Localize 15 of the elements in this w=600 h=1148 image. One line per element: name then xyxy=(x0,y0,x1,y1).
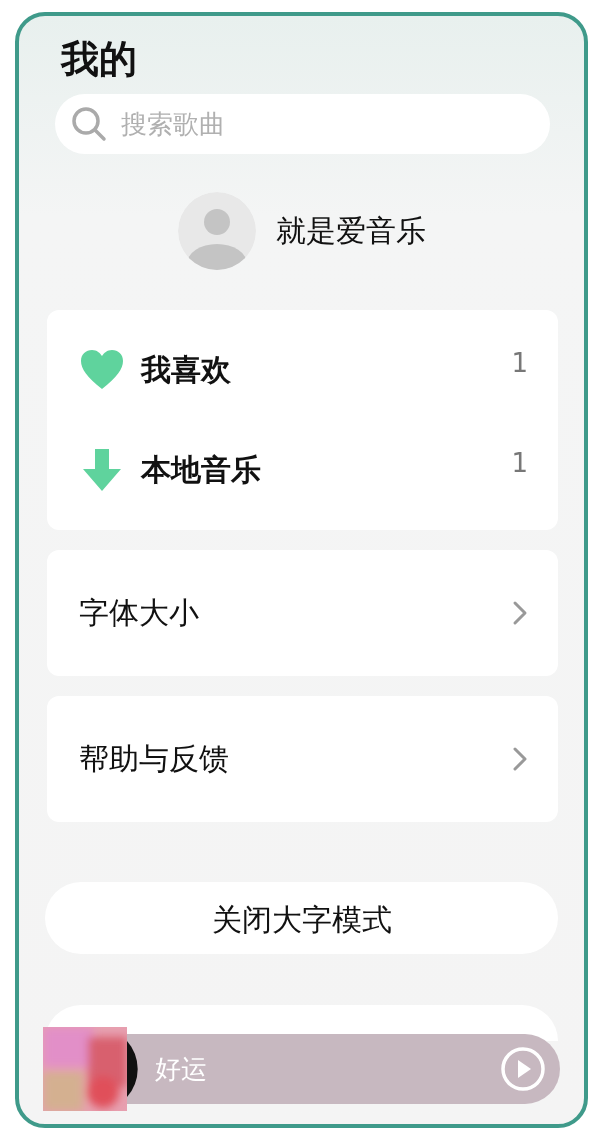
library-item[interactable]: 本地音乐 xyxy=(141,449,512,491)
user-name: 就是爱音乐 xyxy=(275,211,426,250)
play-icon[interactable] xyxy=(500,1046,546,1092)
chevron-right-icon xyxy=(512,745,528,773)
item-count: 1 xyxy=(511,348,528,378)
action-button[interactable]: 关闭大字模式 xyxy=(45,882,558,954)
song-title: 好运 xyxy=(155,1052,208,1086)
search-field[interactable]: 搜索歌曲 xyxy=(55,94,550,154)
library-item[interactable]: 我喜欢 xyxy=(141,349,512,391)
avatar-icon[interactable] xyxy=(177,192,256,270)
page-title: 我的 xyxy=(61,36,138,82)
settings-item[interactable]: 帮助与反馈 xyxy=(47,696,558,822)
settings-item[interactable]: 字体大小 xyxy=(47,550,558,676)
item-count: 1 xyxy=(511,448,528,478)
chevron-right-icon xyxy=(512,599,528,627)
